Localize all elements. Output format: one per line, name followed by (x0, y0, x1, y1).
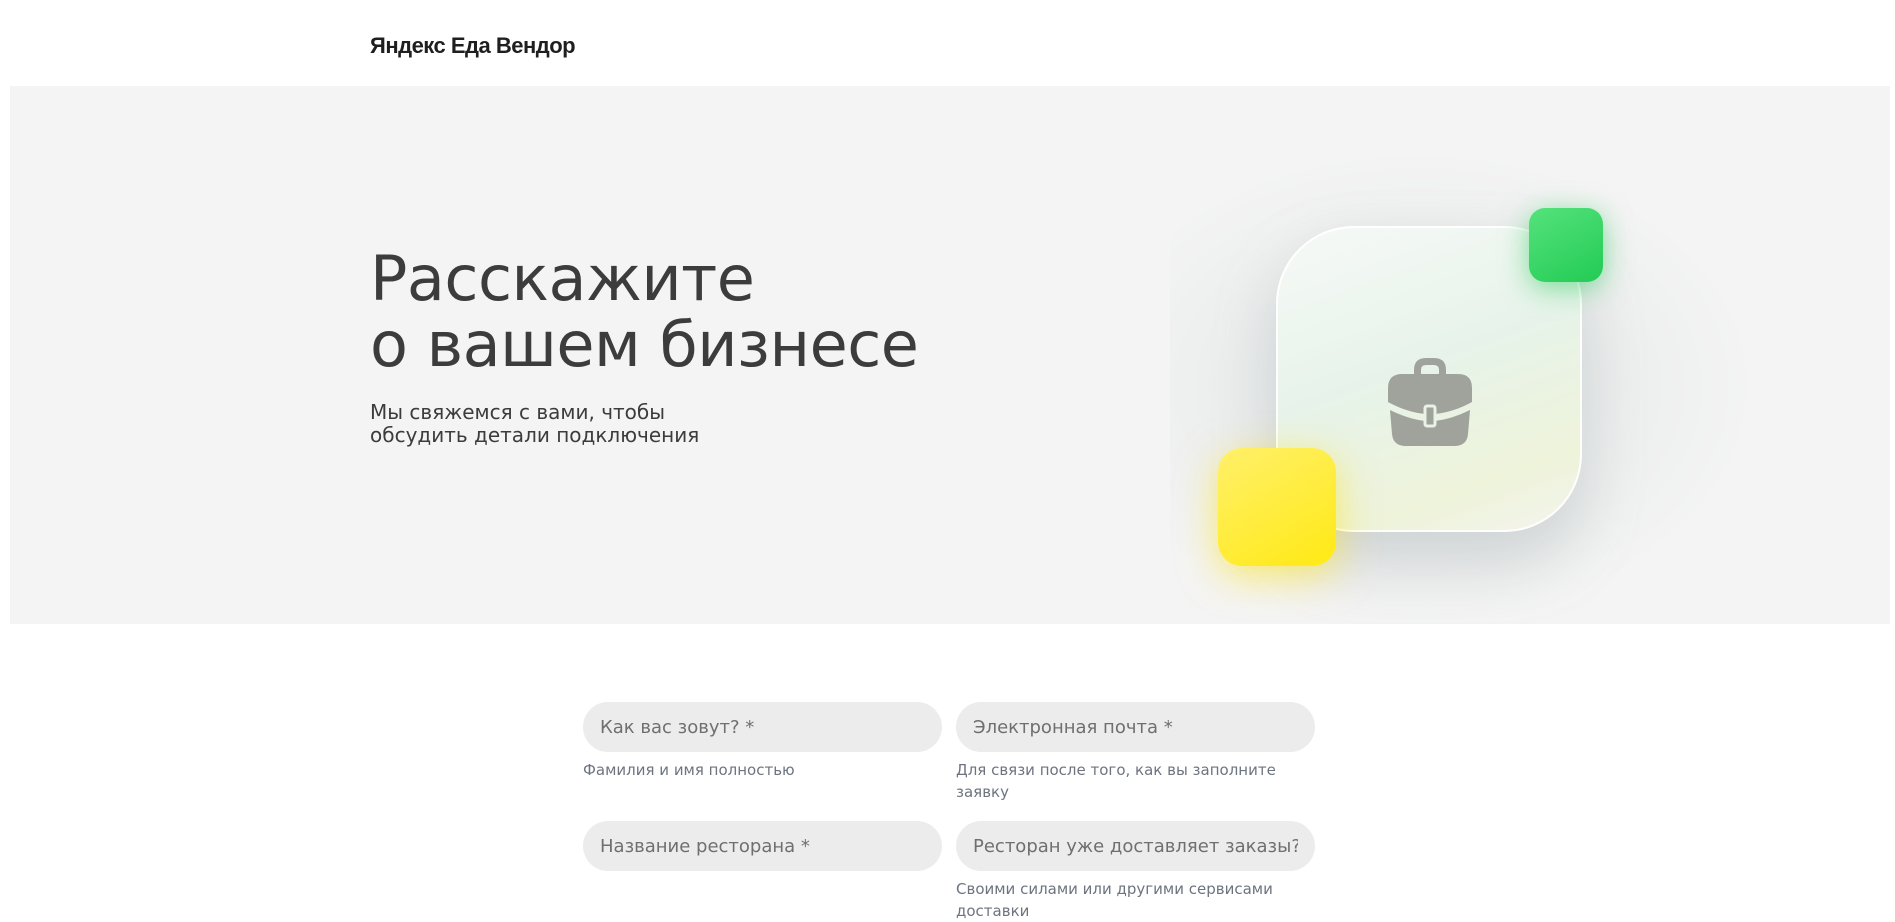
header: Яндекс Еда Вендор (0, 0, 1895, 86)
restaurant-field-group (583, 821, 942, 871)
name-field-group: Фамилия и имя полностью (583, 702, 942, 781)
illustration-yellow-tile (1218, 448, 1336, 566)
illustration-green-tile (1529, 208, 1603, 282)
email-hint: Для связи после того, как вы заполните з… (956, 761, 1276, 801)
email-field[interactable] (956, 702, 1315, 752)
logo[interactable]: Яндекс Еда Вендор (370, 33, 576, 59)
page-title-line-1: Расскажите (370, 242, 755, 315)
page-subtitle-line-1: Мы свяжемся с вами, чтобы (370, 400, 666, 424)
restaurant-name-field[interactable] (583, 821, 942, 871)
delivers-field-group: Своими силами или другими сервисами дост… (956, 821, 1315, 922)
hero-illustration (1200, 146, 1620, 566)
business-form: Фамилия и имя полностью Для связи после … (583, 702, 1315, 922)
hero-section: Расскажите о вашем бизнесе Мы свяжемся с… (10, 86, 1890, 624)
name-field[interactable] (583, 702, 942, 752)
page-subtitle-line-2: обсудить детали подключения (370, 423, 700, 447)
briefcase-icon (1388, 358, 1472, 446)
page-title: Расскажите о вашем бизнесе (370, 242, 919, 381)
name-hint: Фамилия и имя полностью (583, 761, 795, 779)
page-subtitle: Мы свяжемся с вами, чтобы обсудить детал… (370, 401, 699, 447)
email-field-group: Для связи после того, как вы заполните з… (956, 702, 1315, 803)
page-title-line-2: о вашем бизнесе (370, 308, 919, 381)
delivery-status-field[interactable] (956, 821, 1315, 871)
delivery-status-hint: Своими силами или другими сервисами дост… (956, 880, 1273, 920)
